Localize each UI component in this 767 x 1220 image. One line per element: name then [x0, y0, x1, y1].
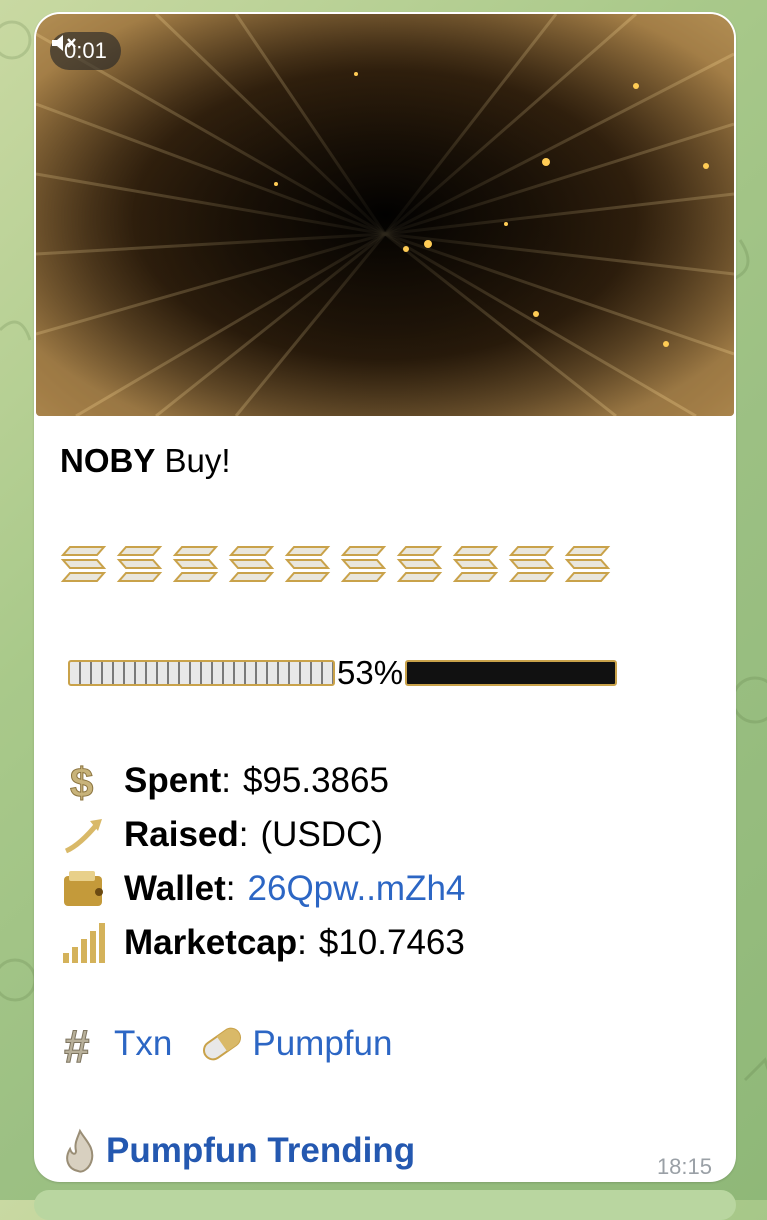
hashtag-icon: #	[64, 1020, 91, 1068]
stat-value: (USDC)	[260, 815, 383, 854]
txn-link-label: Txn	[114, 1024, 173, 1063]
chart-arrow-icon	[60, 813, 108, 857]
pill-icon	[203, 1027, 242, 1061]
message-bubble: 0:01 NOBY Buy! 53% $ Spent: $95.3865 Rai…	[34, 12, 736, 1182]
bar-chart-icon	[60, 921, 108, 965]
video-duration-badge[interactable]: 0:01	[50, 32, 121, 70]
trending-label: Pumpfun Trending	[106, 1131, 416, 1170]
stat-value: $10.7463	[318, 923, 465, 962]
stat-raised: Raised: (USDC)	[60, 808, 465, 862]
mute-icon	[52, 35, 76, 51]
progress-bar: 53%	[68, 654, 618, 691]
solana-logo-icon	[284, 546, 331, 582]
solana-logo-icon	[508, 546, 555, 582]
solana-logo-icon	[340, 546, 387, 582]
dollar-sign-icon: $	[60, 759, 108, 803]
title-suffix: Buy!	[164, 442, 231, 479]
pumpfun-link-label: Pumpfun	[252, 1024, 393, 1063]
stat-label: Spent	[124, 761, 222, 800]
svg-text:$: $	[70, 759, 93, 803]
wallet-icon	[60, 867, 108, 911]
links-row: # Txn Pumpfun	[60, 1020, 418, 1068]
svg-text:#: #	[64, 1020, 90, 1068]
golden-light-burst	[36, 14, 734, 416]
stat-wallet: Wallet: 26Qpw..mZh4	[60, 862, 465, 916]
stats-list: $ Spent: $95.3865 Raised: (USDC) Wallet:…	[60, 754, 465, 970]
pumpfun-link[interactable]: Pumpfun	[198, 1020, 392, 1068]
stat-label: Wallet	[124, 869, 226, 908]
stat-label: Raised	[124, 815, 239, 854]
solana-logo-icon	[60, 546, 107, 582]
solana-logo-icon	[172, 546, 219, 582]
stat-spent: $ Spent: $95.3865	[60, 754, 465, 808]
token-name: NOBY	[60, 442, 156, 479]
solana-emoji-row	[60, 544, 611, 584]
video-player[interactable]: 0:01	[36, 14, 734, 416]
trending-link[interactable]: Pumpfun Trending	[60, 1127, 415, 1175]
stat-value: $95.3865	[242, 761, 389, 800]
solana-logo-icon	[116, 546, 163, 582]
fire-icon	[66, 1128, 94, 1173]
solana-logo-icon	[452, 546, 499, 582]
next-message-bubble	[34, 1190, 736, 1220]
progress-filled	[68, 660, 335, 686]
progress-percent: 53%	[337, 654, 404, 691]
solana-logo-icon	[228, 546, 275, 582]
stat-marketcap: Marketcap: $10.7463	[60, 916, 465, 970]
txn-link[interactable]: # Txn	[60, 1020, 173, 1068]
wallet-address-link[interactable]: 26Qpw..mZh4	[248, 869, 466, 909]
stat-label: Marketcap	[124, 923, 298, 962]
solana-logo-icon	[564, 546, 611, 582]
solana-logo-icon	[396, 546, 443, 582]
message-time: 18:15	[656, 1154, 712, 1179]
progress-remaining	[405, 660, 618, 686]
message-title: NOBY Buy!	[60, 442, 231, 480]
